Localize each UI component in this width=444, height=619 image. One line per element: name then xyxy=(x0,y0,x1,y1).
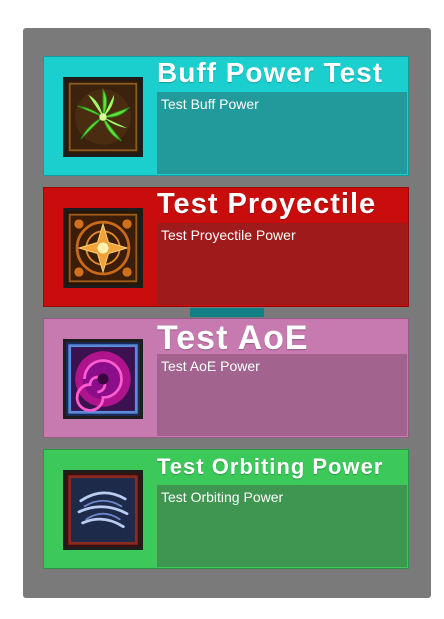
power-card-description: Test Proyectile Power xyxy=(161,227,296,243)
power-card-description-box: Test Orbiting Power xyxy=(157,485,407,567)
purple-vortex-icon xyxy=(63,339,143,419)
power-card-description-box: Test AoE Power xyxy=(157,354,407,436)
power-card-title: Buff Power Test xyxy=(157,57,384,88)
blue-whirlwind-icon xyxy=(63,470,143,550)
power-card-description: Test Orbiting Power xyxy=(161,489,284,505)
power-card-aoe[interactable]: Test AoE Test AoE Power xyxy=(43,318,409,438)
power-card-buff[interactable]: Buff Power Test Test Buff Power xyxy=(43,56,409,176)
power-card-description: Test Buff Power xyxy=(161,96,259,112)
power-card-description-box: Test Buff Power xyxy=(157,92,407,174)
green-leaf-icon xyxy=(63,77,143,157)
power-card-orbiting[interactable]: Test Orbiting Power Test Orbiting Power xyxy=(43,449,409,569)
power-selection-panel: Buff Power Test Test Buff Power Test Pro… xyxy=(23,28,431,598)
card-divider xyxy=(190,308,264,317)
orange-star-burst-icon xyxy=(63,208,143,288)
power-card-description-box: Test Proyectile Power xyxy=(157,223,407,305)
power-card-title: Test AoE xyxy=(157,319,309,357)
power-card-proyectile[interactable]: Test Proyectile Test Proyectile Power xyxy=(43,187,409,307)
power-card-title: Test Orbiting Power xyxy=(157,454,384,479)
power-card-title: Test Proyectile xyxy=(157,188,377,220)
power-card-description: Test AoE Power xyxy=(161,358,260,374)
